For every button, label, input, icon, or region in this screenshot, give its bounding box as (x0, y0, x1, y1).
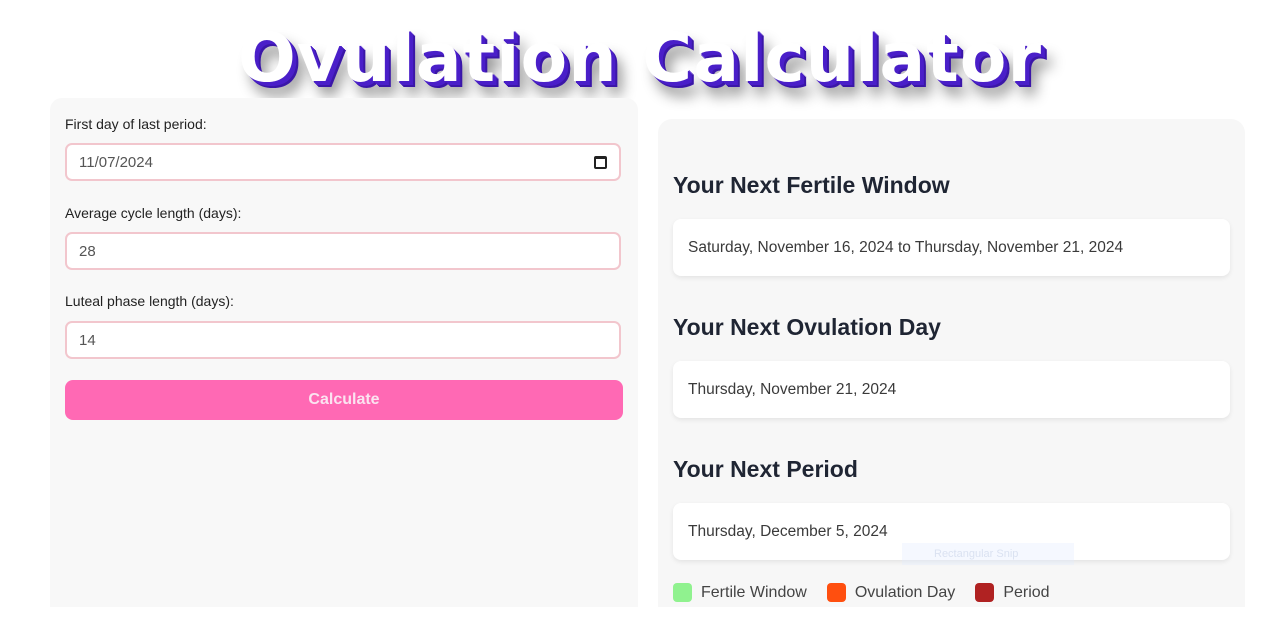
cycle-length-value: 28 (79, 242, 96, 260)
legend-label: Fertile Window (701, 583, 807, 601)
last-period-label: First day of last period: (65, 116, 207, 132)
legend-item-period: Period (975, 583, 1050, 602)
next-period-value: Thursday, December 5, 2024 (688, 522, 888, 540)
results-panel: Your Next Fertile Window Saturday, Novem… (658, 119, 1245, 607)
fertile-window-swatch (673, 583, 692, 602)
ovulation-day-value: Thursday, November 21, 2024 (688, 380, 897, 398)
next-period-heading: Your Next Period (673, 456, 858, 482)
page-title: Ovulation Calculator (237, 19, 1043, 98)
legend-label: Period (1003, 583, 1050, 601)
legend-item-ovulation-day: Ovulation Day (826, 583, 956, 602)
fertile-window-value: Saturday, November 16, 2024 to Thursday,… (688, 238, 1124, 256)
period-swatch (975, 583, 995, 602)
legend: Fertile Window Ovulation Day Period (673, 583, 1070, 602)
last-period-date-input[interactable]: 11/07/2024 (65, 143, 621, 181)
calculate-button[interactable]: Calculate (65, 380, 623, 420)
luteal-length-input[interactable]: 14 (65, 321, 621, 359)
luteal-length-value: 14 (79, 331, 96, 349)
cycle-length-label: Average cycle length (days): (65, 205, 242, 221)
cycle-length-input[interactable]: 28 (65, 232, 621, 270)
fertile-window-result: Saturday, November 16, 2024 to Thursday,… (673, 219, 1230, 276)
calendar-icon[interactable] (594, 155, 607, 169)
legend-item-fertile-window: Fertile Window (673, 583, 807, 602)
fertile-window-heading: Your Next Fertile Window (673, 172, 950, 198)
last-period-value: 11/07/2024 (79, 153, 153, 171)
ovulation-day-result: Thursday, November 21, 2024 (673, 361, 1230, 418)
luteal-length-label: Luteal phase length (days): (65, 293, 234, 309)
calculator-form: First day of last period: 11/07/2024 Ave… (50, 98, 638, 607)
ovulation-day-heading: Your Next Ovulation Day (673, 314, 941, 340)
legend-label: Ovulation Day (854, 583, 956, 601)
snip-tooltip-overlay: Rectangular Snip (902, 543, 1074, 565)
ovulation-day-swatch (826, 583, 846, 602)
